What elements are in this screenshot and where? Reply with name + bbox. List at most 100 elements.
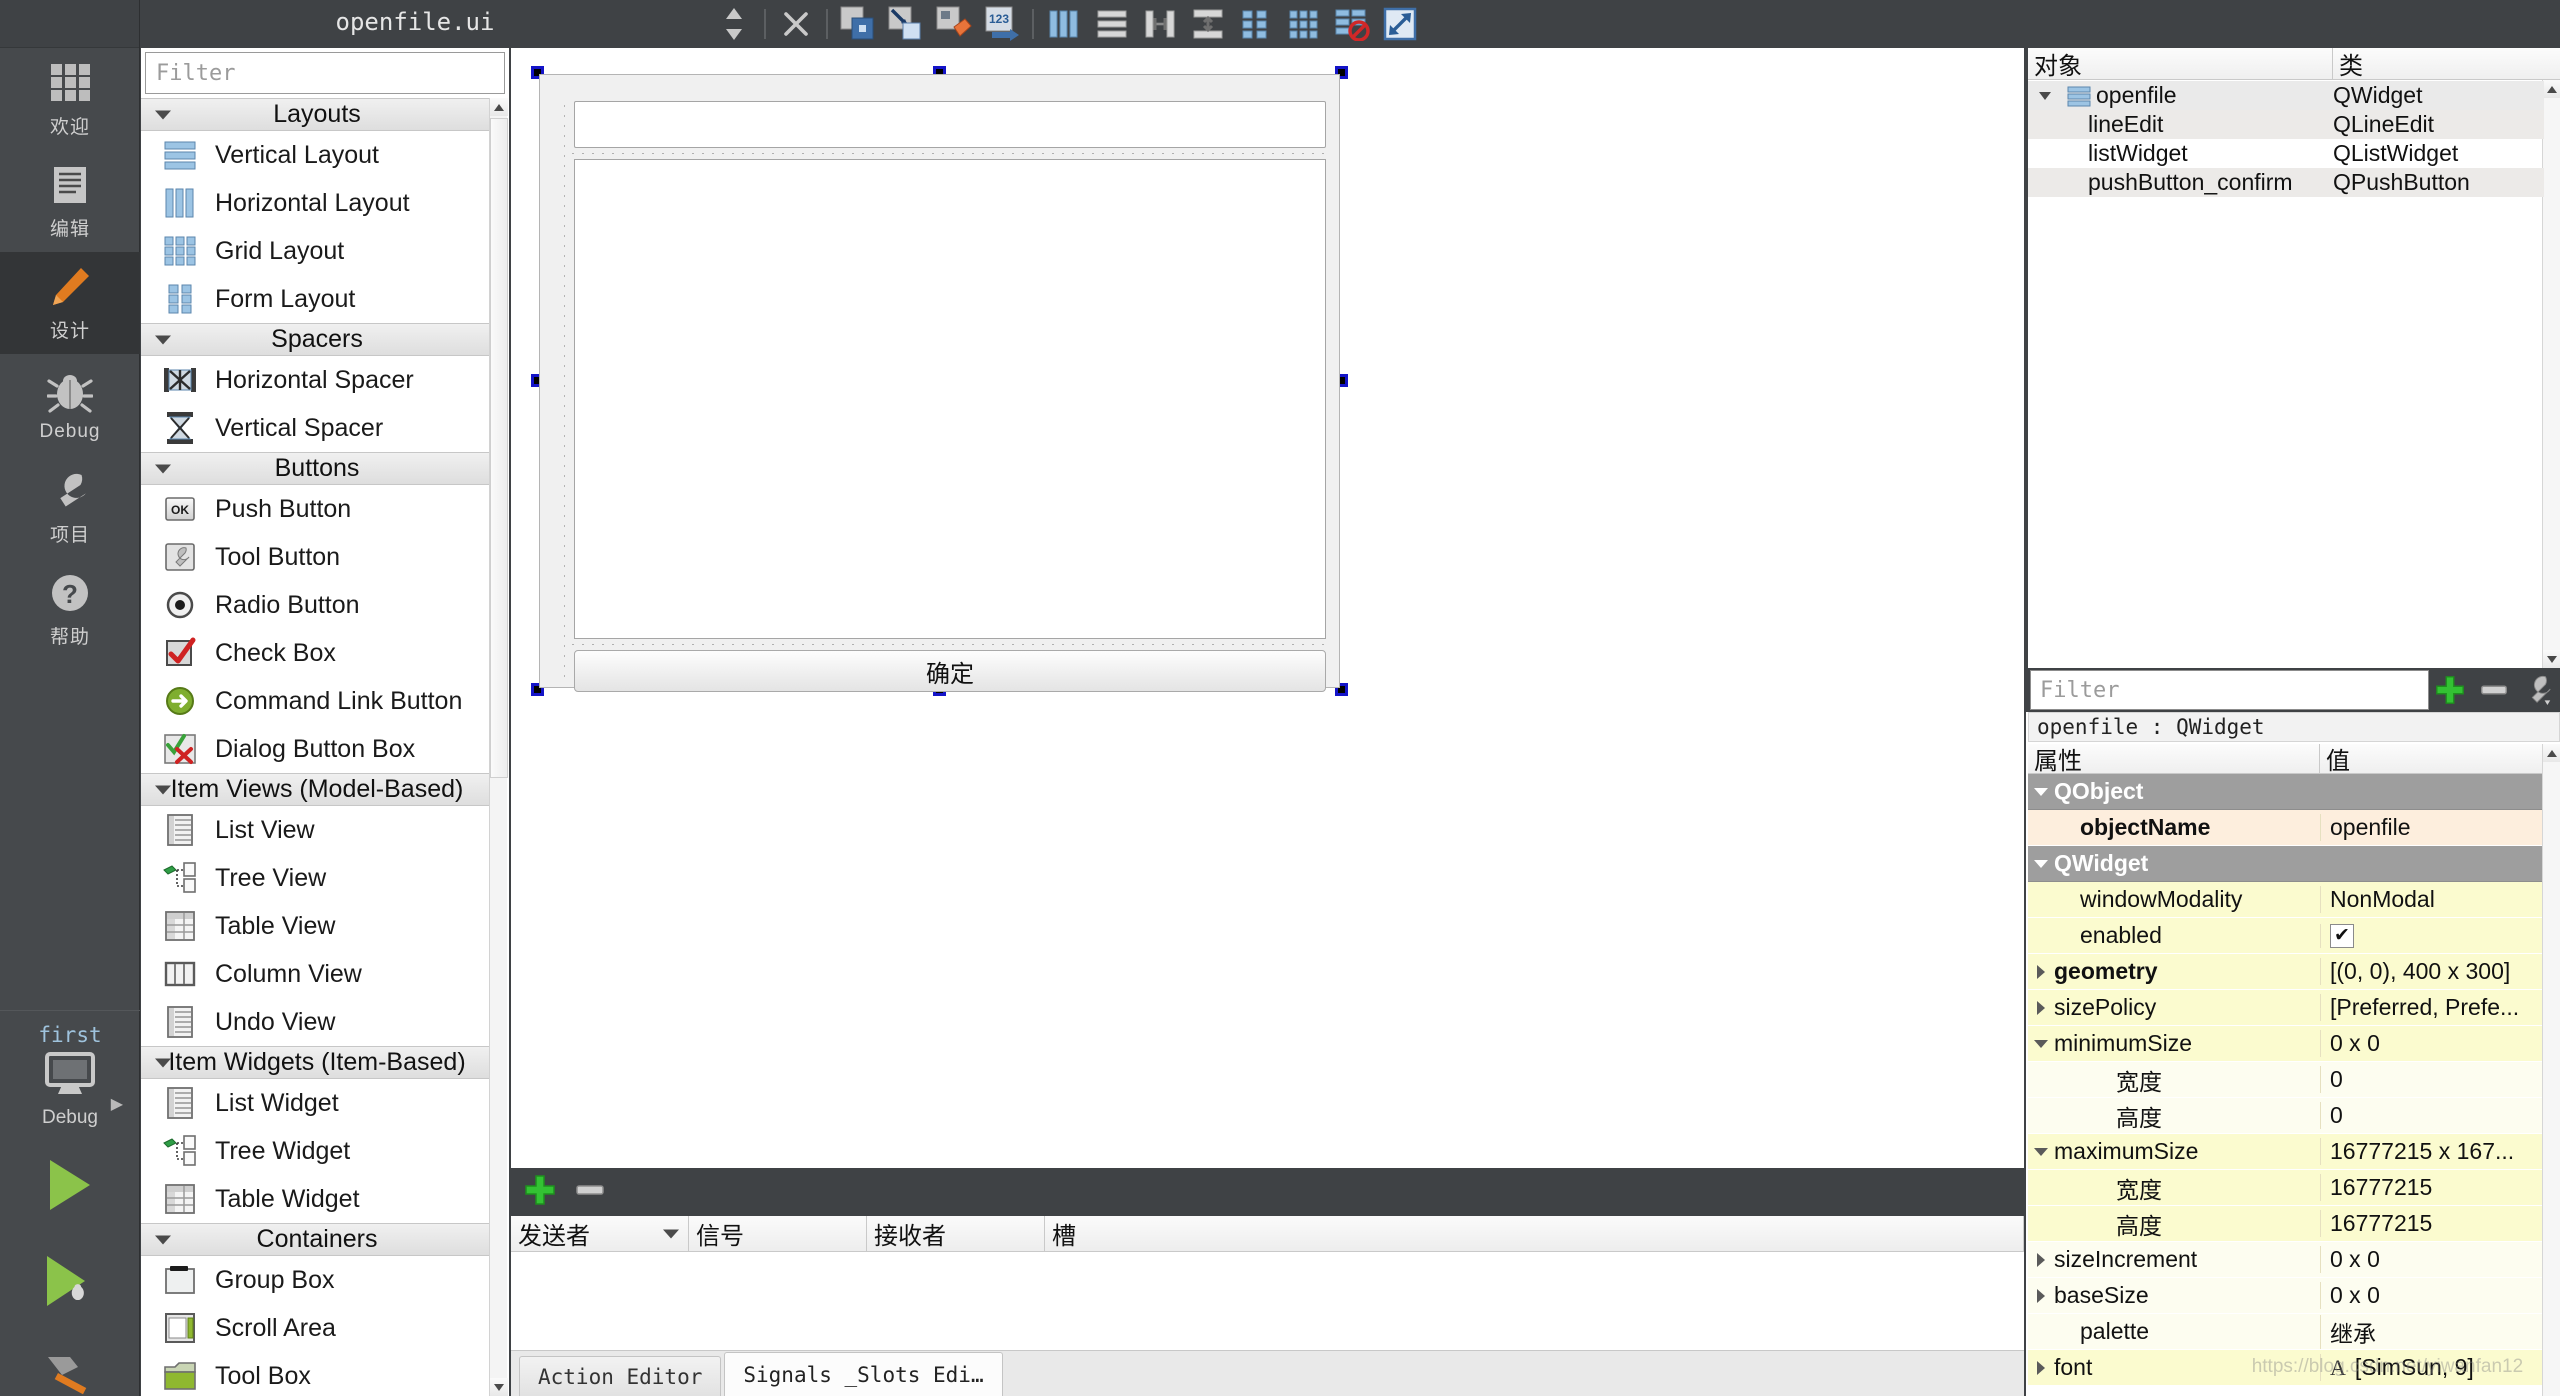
property-row[interactable]: palette 继承 [2028,1314,2542,1350]
edit-buddies-icon[interactable] [930,0,978,48]
column-header-value[interactable]: 值 [2320,744,2560,775]
column-header-signal[interactable]: 信号 [689,1216,867,1251]
property-row[interactable]: sizeIncrement 0 x 0 [2028,1242,2542,1278]
debug-run-button[interactable] [0,1233,140,1329]
property-row[interactable]: maximumSize 16777215 x 167... [2028,1134,2542,1170]
edit-widgets-icon[interactable] [834,0,882,48]
property-value-cell[interactable]: 继承 [2320,1314,2542,1349]
column-header-class[interactable]: 类 [2333,48,2560,80]
property-row[interactable]: 高度 16777215 [2028,1206,2542,1242]
chevron-down-icon[interactable] [2028,90,2062,101]
enabled-checkbox[interactable]: ✔ [2330,923,2354,948]
tab-signals-slots-editor[interactable]: Signals _Slots Edi… [724,1352,1003,1396]
property-value-cell[interactable]: 0 x 0 [2320,1246,2542,1273]
widget-box-item[interactable]: Check Box [141,629,493,677]
property-value-cell[interactable]: 16777215 [2320,1174,2542,1201]
mode-item-design[interactable]: 设计 [0,252,140,354]
form-layout-icon[interactable] [1232,0,1280,48]
widget-box-item[interactable]: List View [141,806,493,854]
column-header-sender[interactable]: 发送者 [511,1216,689,1251]
splitter-horizontal-icon[interactable] [1136,0,1184,48]
property-value-cell[interactable]: 0 x 0 [2320,1030,2542,1057]
form-canvas[interactable]: 确定 [511,48,2024,1168]
widget-box-item[interactable]: Dialog Button Box [141,725,493,773]
minus-icon[interactable] [573,1173,607,1213]
kit-selector[interactable]: first Debug [0,1010,140,1396]
widget-box-item[interactable]: Vertical Spacer [141,404,493,452]
chevron-right-icon[interactable] [2028,1252,2054,1267]
mode-item-welcome[interactable]: 欢迎 [0,48,140,150]
property-row[interactable]: 宽度 16777215 [2028,1170,2542,1206]
plus-icon[interactable] [2429,674,2473,706]
adjust-size-icon[interactable] [1376,0,1424,48]
property-row[interactable]: 宽度 0 [2028,1062,2542,1098]
object-inspector-row[interactable]: pushButton_confirm QPushButton [2028,168,2544,197]
grid-layout-icon[interactable] [1280,0,1328,48]
column-header-property[interactable]: 属性 [2028,744,2320,775]
property-editor-scrollbar[interactable] [2542,744,2560,1396]
property-value-cell[interactable]: [(0, 0), 400 x 300] [2320,958,2542,985]
property-row[interactable]: font A [SimSun, 9] [2028,1350,2542,1386]
widget-box-category-buttons[interactable]: Buttons [141,452,493,485]
widget-box-item[interactable]: List Widget [141,1079,493,1127]
object-inspector-scrollbar[interactable] [2542,80,2560,668]
property-group-row[interactable]: QObject [2028,774,2542,810]
property-filter-input[interactable]: Filter [2030,670,2429,710]
kit-expand-arrow-icon[interactable]: ▶ [111,1094,123,1114]
widget-box-item[interactable]: Undo View [141,998,493,1046]
close-x-icon[interactable] [772,0,820,48]
column-header-receiver[interactable]: 接收者 [867,1216,1045,1251]
widget-box-item[interactable]: Grid Layout [141,227,493,275]
up-down-arrows-icon[interactable] [710,0,758,48]
pushButton-confirm-widget[interactable]: 确定 [574,650,1326,692]
layout-horizontal-icon[interactable] [1040,0,1088,48]
edit-tab-order-icon[interactable]: 123 [978,0,1026,48]
widget-box-item[interactable]: Column View [141,950,493,998]
property-group-row[interactable]: QWidget [2028,846,2542,882]
form-selection-frame[interactable]: 确定 [531,66,1348,696]
widget-box-category-item-widgets-item-based[interactable]: Item Widgets (Item-Based) [141,1046,493,1079]
property-value-cell[interactable]: 0 x 0 [2320,1282,2542,1309]
widget-box-category-containers[interactable]: Containers [141,1223,493,1256]
mode-item-debug[interactable]: Debug [0,354,140,456]
chevron-right-icon[interactable] [2028,964,2054,979]
widget-box-item[interactable]: Vertical Layout [141,131,493,179]
property-value-cell[interactable]: ✔ [2320,923,2542,948]
object-inspector-tree[interactable]: openfile QWidget lineEdit QLineEdit listWidg… [2028,81,2544,197]
plus-icon[interactable] [523,1173,557,1213]
scroll-up-arrow-icon[interactable] [2543,744,2560,762]
property-row[interactable]: 高度 0 [2028,1098,2542,1134]
scrollbar-thumb[interactable] [490,118,508,778]
mode-item-help[interactable]: ? 帮助 [0,558,140,660]
chevron-down-icon[interactable] [2028,859,2054,868]
edit-signals-slots-icon[interactable] [882,0,930,48]
mode-item-edit[interactable]: 编辑 [0,150,140,252]
column-header-object[interactable]: 对象 [2028,48,2333,80]
property-value-cell[interactable]: 16777215 [2320,1210,2542,1237]
widget-box-item[interactable]: Tool Button [141,533,493,581]
widget-box-filter-input[interactable]: Filter [145,52,505,94]
object-inspector-row[interactable]: listWidget QListWidget [2028,139,2544,168]
widget-box-category-item-views-model-based[interactable]: Item Views (Model-Based) [141,773,493,806]
property-row[interactable]: minimumSize 0 x 0 [2028,1026,2542,1062]
property-value-cell[interactable]: 16777215 x 167... [2320,1138,2542,1165]
widget-box-item[interactable]: Tree Widget [141,1127,493,1175]
property-editor-rows[interactable]: QObject objectName openfile QWidget windowMo… [2028,774,2542,1396]
signals-slots-table-body[interactable] [511,1252,2024,1352]
scroll-down-arrow-icon[interactable] [490,1378,508,1396]
chevron-right-icon[interactable] [2028,1360,2054,1375]
widget-box-category-layouts[interactable]: Layouts [141,98,493,131]
scroll-up-arrow-icon[interactable] [2543,80,2560,98]
widget-box-item[interactable]: Table Widget [141,1175,493,1223]
property-row[interactable]: enabled ✔ [2028,918,2542,954]
lineEdit-widget[interactable] [574,101,1326,148]
property-value-cell[interactable]: 0 [2320,1102,2542,1129]
property-row[interactable]: sizePolicy [Preferred, Prefe... [2028,990,2542,1026]
property-value-cell[interactable]: NonModal [2320,886,2542,913]
object-inspector-row[interactable]: openfile QWidget [2028,81,2544,110]
column-header-slot[interactable]: 槽 [1045,1216,2024,1251]
property-value-cell[interactable]: openfile [2320,814,2542,841]
run-button[interactable] [0,1137,140,1233]
widget-box-item[interactable]: Horizontal Layout [141,179,493,227]
chevron-down-icon[interactable] [2028,787,2054,796]
